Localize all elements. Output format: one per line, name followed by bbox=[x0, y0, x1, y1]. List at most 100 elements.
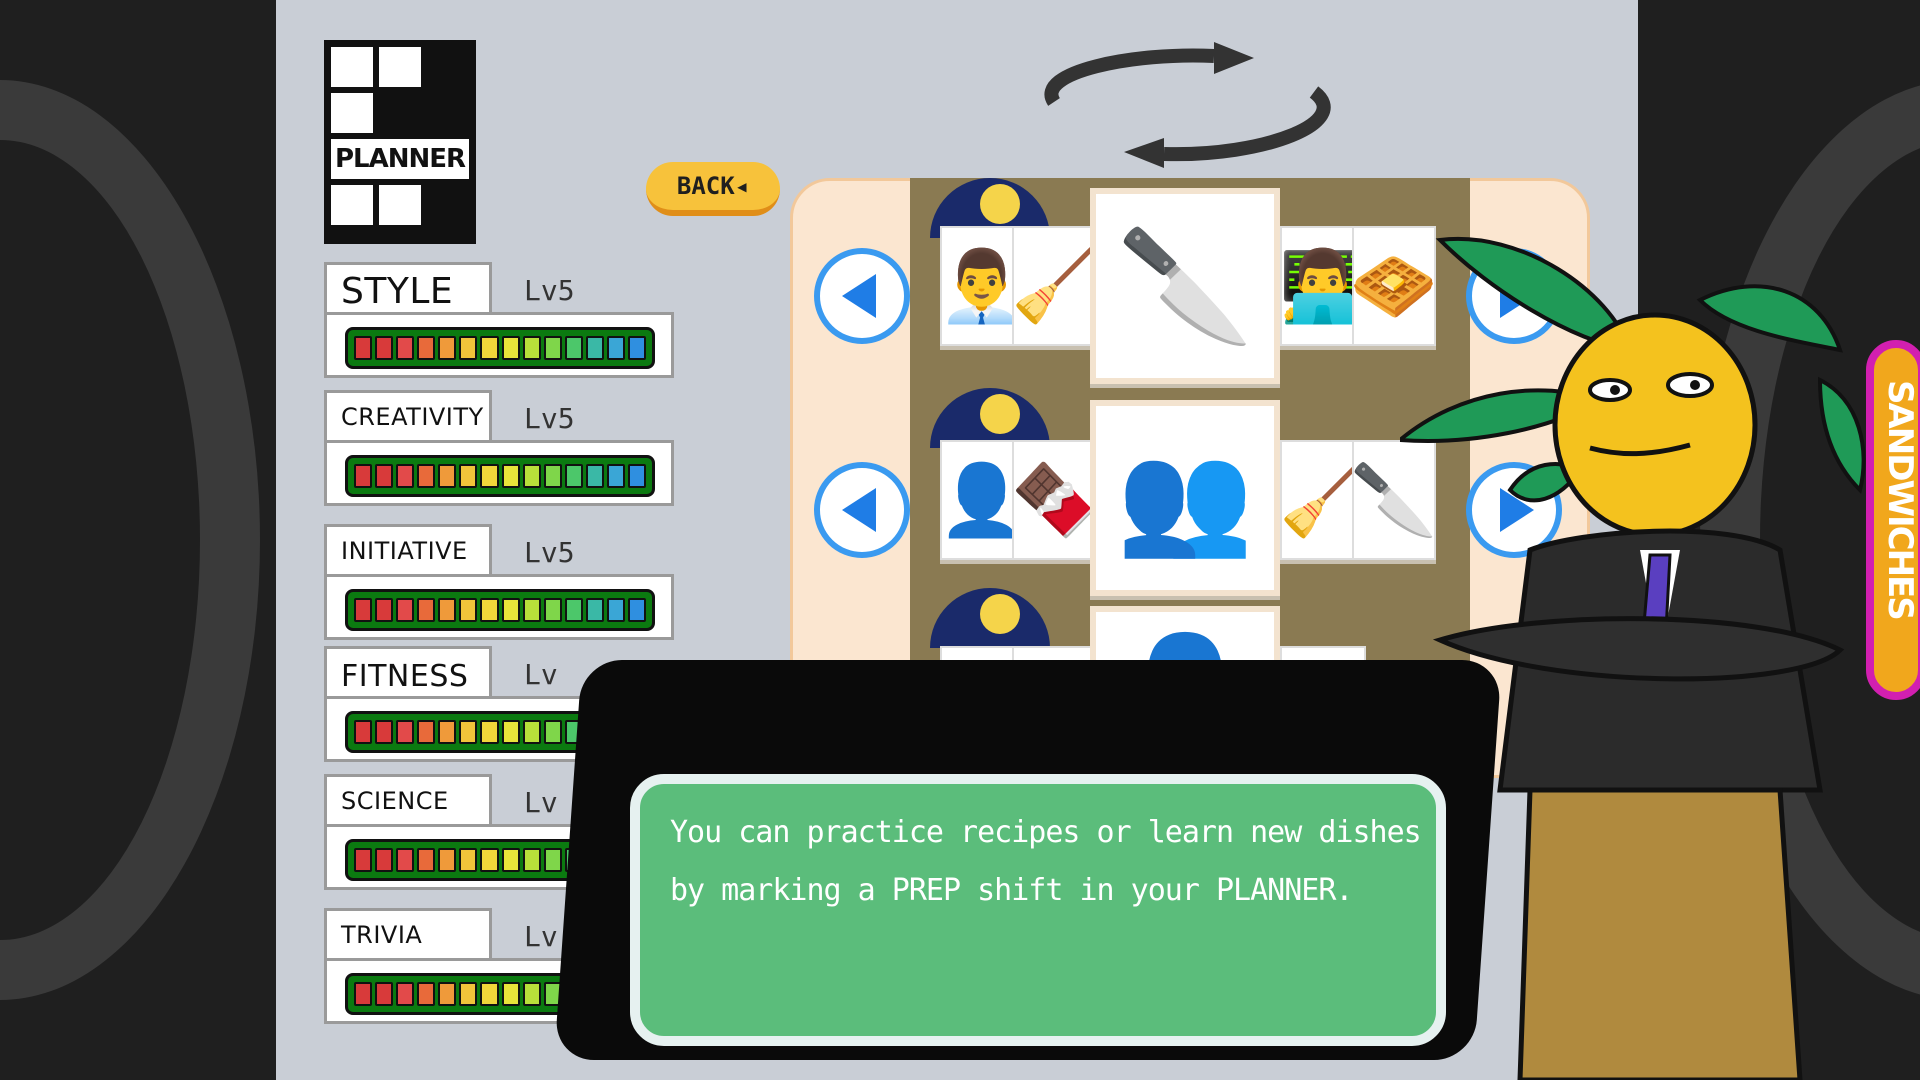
stat-name: SCIENCE bbox=[341, 787, 449, 815]
bar-segment bbox=[628, 464, 647, 488]
bar-segment bbox=[417, 336, 436, 360]
bar-segment bbox=[543, 848, 562, 872]
bar-segment bbox=[459, 720, 478, 744]
selected-shift-tile[interactable]: 👥 bbox=[1090, 400, 1280, 596]
bar-segment bbox=[480, 464, 499, 488]
bar-segment bbox=[459, 464, 478, 488]
back-button[interactable]: BACK◂ bbox=[646, 162, 780, 216]
bar-segment bbox=[396, 848, 415, 872]
bar-segment bbox=[459, 336, 478, 360]
stat-name: CREATIVITY bbox=[341, 403, 484, 431]
stat-bar bbox=[345, 589, 655, 631]
stat-level: Lv bbox=[524, 920, 558, 953]
stat-bar bbox=[345, 327, 655, 369]
stat-name: TRIVIA bbox=[341, 921, 423, 949]
bar-segment bbox=[543, 464, 562, 488]
bar-segment bbox=[501, 720, 520, 744]
bar-segment bbox=[354, 720, 373, 744]
stat-creativity: CREATIVITY Lv5 bbox=[324, 390, 674, 506]
bar-segment bbox=[522, 982, 541, 1006]
bar-segment bbox=[628, 598, 647, 622]
bar-segment bbox=[459, 982, 478, 1006]
bar-segment bbox=[606, 336, 626, 360]
bar-segment bbox=[564, 598, 583, 622]
bar-segment bbox=[396, 598, 415, 622]
bar-segment bbox=[480, 598, 499, 622]
shift-tile[interactable]: 🍫 bbox=[1011, 440, 1099, 560]
bar-segment bbox=[375, 336, 394, 360]
bar-segment bbox=[459, 848, 478, 872]
bar-segment bbox=[438, 336, 457, 360]
left-wheel-ring bbox=[0, 80, 260, 1000]
bar-segment bbox=[522, 598, 541, 622]
bar-segment bbox=[438, 720, 457, 744]
bar-segment bbox=[354, 464, 373, 488]
bar-segment bbox=[396, 720, 415, 744]
bar-segment bbox=[585, 598, 604, 622]
shift-tile[interactable]: 🧹 bbox=[1011, 226, 1099, 346]
bar-segment bbox=[417, 598, 436, 622]
bar-segment bbox=[522, 336, 541, 360]
stat-level: Lv5 bbox=[524, 402, 575, 435]
bar-segment bbox=[354, 598, 373, 622]
stat-initiative: INITIATIVE Lv5 bbox=[324, 524, 674, 640]
bar-segment bbox=[417, 464, 436, 488]
bar-segment bbox=[417, 848, 436, 872]
bar-segment bbox=[606, 598, 626, 622]
bar-segment bbox=[585, 464, 604, 488]
bar-segment bbox=[585, 336, 604, 360]
bar-segment bbox=[375, 848, 394, 872]
planner-label: PLANNER bbox=[331, 139, 469, 179]
stat-level: Lv5 bbox=[524, 536, 575, 569]
bar-segment bbox=[396, 336, 415, 360]
bar-segment bbox=[396, 982, 415, 1006]
dialog-line-2: by marking a PREP shift in your PLANNER. bbox=[670, 873, 1353, 908]
left-background bbox=[0, 0, 280, 1080]
bar-segment bbox=[438, 848, 457, 872]
bar-segment bbox=[375, 720, 394, 744]
row2-left-arrow[interactable] bbox=[814, 462, 910, 558]
side-logo-text: SANDWICHES bbox=[1880, 380, 1920, 619]
bar-segment bbox=[375, 464, 394, 488]
stat-level: Lv bbox=[524, 786, 558, 819]
bar-segment bbox=[501, 464, 520, 488]
bar-segment bbox=[354, 336, 373, 360]
bar-segment bbox=[543, 598, 562, 622]
bar-segment bbox=[522, 464, 541, 488]
bar-segment bbox=[501, 336, 520, 360]
bar-segment bbox=[480, 720, 499, 744]
dialog-box[interactable]: You can practice recipes or learn new di… bbox=[630, 774, 1446, 1046]
selected-shift-tile[interactable]: 🔪 bbox=[1090, 188, 1280, 384]
planner-logo: PLANNER bbox=[324, 40, 476, 244]
stat-bar bbox=[345, 455, 655, 497]
bar-segment bbox=[543, 720, 562, 744]
stat-style: STYLE Lv5 bbox=[324, 262, 674, 378]
bar-segment bbox=[438, 982, 457, 1006]
bar-segment bbox=[501, 982, 520, 1006]
bar-segment bbox=[354, 848, 373, 872]
stat-name: FITNESS bbox=[341, 659, 469, 694]
bar-segment bbox=[543, 336, 562, 360]
bar-segment bbox=[522, 720, 541, 744]
bar-segment bbox=[438, 464, 457, 488]
bar-segment bbox=[417, 720, 436, 744]
stat-name: STYLE bbox=[341, 271, 454, 312]
bar-segment bbox=[354, 982, 373, 1006]
bar-segment bbox=[480, 336, 499, 360]
bar-segment bbox=[606, 464, 626, 488]
bar-segment bbox=[522, 848, 541, 872]
bar-segment bbox=[480, 848, 499, 872]
stat-level: Lv bbox=[524, 658, 558, 691]
bar-segment bbox=[375, 982, 394, 1006]
bar-segment bbox=[628, 336, 647, 360]
stat-level: Lv5 bbox=[524, 274, 575, 307]
row1-left-arrow[interactable] bbox=[814, 248, 910, 344]
dialog-line-1: You can practice recipes or learn new di… bbox=[670, 815, 1422, 850]
rotate-icon bbox=[1044, 42, 1331, 168]
bar-segment bbox=[501, 598, 520, 622]
bar-segment bbox=[396, 464, 415, 488]
bar-segment bbox=[480, 982, 499, 1006]
bar-segment bbox=[564, 336, 583, 360]
bar-segment bbox=[459, 598, 478, 622]
stat-name: INITIATIVE bbox=[341, 537, 468, 565]
